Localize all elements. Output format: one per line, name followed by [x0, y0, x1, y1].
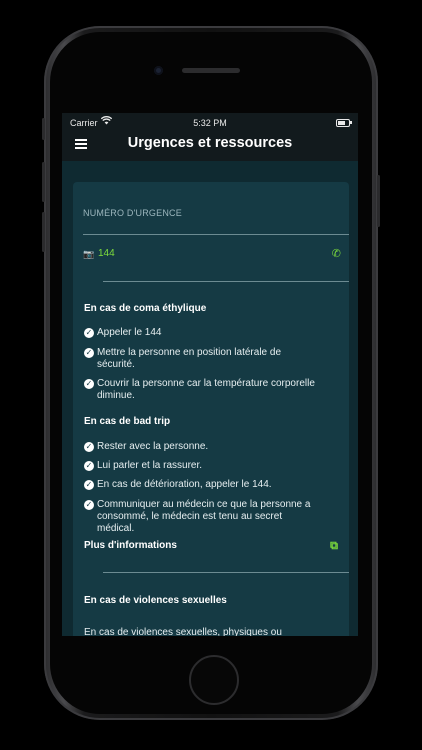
home-button[interactable]	[189, 655, 239, 705]
mute-switch	[42, 118, 45, 140]
emergency-number-label: NUMÉRO D'URGENCE	[83, 208, 182, 218]
check-circle-icon: ✓	[84, 480, 94, 490]
camera-icon: 📷	[83, 249, 95, 259]
check-circle-icon: ✓	[84, 442, 94, 452]
check-circle-icon: ✓	[84, 328, 94, 338]
divider	[103, 281, 349, 282]
check-circle-icon: ✓	[84, 348, 94, 358]
list-item: ✓ Rester avec la personne.	[84, 441, 209, 452]
violence-text: En cas de violences sexuelles, physiques…	[84, 627, 282, 636]
divider	[103, 572, 349, 573]
emergency-number[interactable]: 144	[98, 248, 115, 259]
main-content[interactable]: NUMÉRO D'URGENCE 📷 144 ✆ En cas de coma …	[62, 161, 358, 636]
page-title: Urgences et ressources	[127, 135, 293, 151]
navigation-bar: Urgences et ressources	[62, 131, 358, 160]
external-link-icon[interactable]: ⧉	[330, 540, 338, 553]
section-title-bad-trip: En cas de bad trip	[84, 416, 171, 427]
status-bar: Carrier 5:32 PM	[62, 113, 358, 131]
more-info-link[interactable]: Plus d'informations ⧉	[84, 540, 338, 553]
front-camera	[154, 66, 163, 75]
check-circle-icon: ✓	[84, 461, 94, 471]
list-item: ✓ Couvrir la personne car la température…	[84, 378, 315, 401]
check-circle-icon: ✓	[84, 379, 94, 389]
list-item: ✓ Appeler le 144	[84, 327, 162, 338]
phone-icon[interactable]: ✆	[332, 247, 341, 260]
list-item: ✓ Mettre la personne en position latéral…	[84, 347, 282, 370]
section-title-coma: En cas de coma éthylique	[84, 303, 207, 314]
emergency-number-row[interactable]: 📷 144 ✆	[83, 246, 341, 262]
volume-down-button	[42, 212, 45, 252]
volume-up-button	[42, 162, 45, 202]
section-title-violence: En cas de violences sexuelles	[84, 595, 227, 606]
power-button	[377, 175, 380, 227]
battery-icon	[336, 119, 352, 127]
list-item: ✓ En cas de détérioration, appeler le 14…	[84, 479, 272, 490]
clock: 5:32 PM	[193, 118, 227, 128]
resources-card: NUMÉRO D'URGENCE 📷 144 ✆ En cas de coma …	[73, 182, 349, 636]
list-item: ✓ Communiquer au médecin ce que la perso…	[84, 499, 311, 534]
check-circle-icon: ✓	[84, 500, 94, 510]
divider	[83, 234, 349, 235]
earpiece-speaker	[182, 68, 240, 73]
app-screen: Carrier 5:32 PM Urgences et ressources N…	[62, 113, 358, 636]
more-info-label: Plus d'informations	[84, 540, 177, 551]
list-item: ✓ Lui parler et la rassurer.	[84, 460, 203, 471]
